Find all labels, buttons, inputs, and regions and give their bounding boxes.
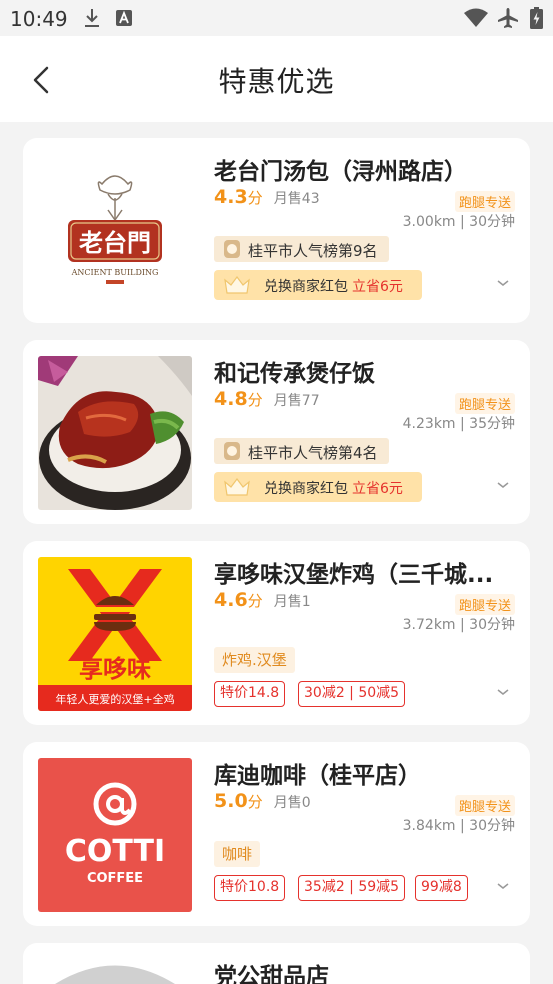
page-title: 特惠优选 xyxy=(218,65,335,98)
promo-tag: 30减2 | 50减5 xyxy=(298,681,406,707)
distance-time: 3.84km | 30分钟 xyxy=(402,818,515,834)
chevron-down-icon[interactable] xyxy=(496,687,510,697)
coupon-savings: 立省6元 xyxy=(352,481,403,497)
coupon-tag[interactable]: 兑换商家红包 立省6元 xyxy=(214,270,422,300)
rating-row: 4.3分 月售43 xyxy=(214,186,320,208)
monthly-sales: 月售1 xyxy=(273,594,311,610)
store-name: 和记传承煲仔饭 xyxy=(214,361,375,387)
distance-time: 3.00km | 30分钟 xyxy=(402,214,515,230)
monthly-sales: 月售0 xyxy=(273,795,311,811)
store-name: 库迪咖啡（桂平店） xyxy=(214,763,421,789)
promo-tag: 特价14.8 xyxy=(214,681,286,707)
chevron-down-icon[interactable] xyxy=(496,278,510,288)
coupon-savings: 立省6元 xyxy=(352,279,403,295)
rating-score: 4.8 xyxy=(214,388,248,410)
coupon-tag[interactable]: 兑换商家红包 立省6元 xyxy=(214,472,422,502)
store-name: 党公甜品店 xyxy=(214,964,329,984)
store-card[interactable]: COTTI COFFEE 库迪咖啡（桂平店） 5.0分 月售0 跑腿专送 3.8… xyxy=(23,742,530,926)
chevron-down-icon[interactable] xyxy=(496,480,510,490)
rating-score: 4.6 xyxy=(214,589,248,611)
logo-wordmark: COTTI xyxy=(65,834,165,869)
rating-unit: 分 xyxy=(247,592,263,610)
airplane-icon xyxy=(497,7,519,33)
rating-score: 4.3 xyxy=(214,186,248,208)
logo-slogan: 年轻人更爱的汉堡+全鸡 xyxy=(55,692,174,706)
store-card[interactable]: 和记传承煲仔饭 4.8分 月售77 跑腿专送 4.23km | 35分钟 桂平市… xyxy=(23,340,530,524)
delivery-badge: 跑腿专送 xyxy=(454,795,515,816)
ranking-tag: 桂平市人气榜第4名 xyxy=(214,438,389,464)
distance-time: 4.23km | 35分钟 xyxy=(402,416,515,432)
ranking-text: 桂平市人气榜第9名 xyxy=(248,242,378,260)
rating-score: 5.0 xyxy=(214,790,248,812)
store-logo-image xyxy=(38,959,192,984)
medal-icon xyxy=(222,441,242,465)
promo-tag: 99减8 xyxy=(415,875,468,901)
ranking-tag: 桂平市人气榜第9名 xyxy=(214,236,389,262)
crown-icon xyxy=(222,476,252,502)
store-name: 享哆味汉堡炸鸡（三千城... xyxy=(214,562,494,588)
store-card[interactable]: 党公甜品店 xyxy=(23,943,530,984)
rating-row: 4.8分 月售77 xyxy=(214,388,320,410)
rating-row: 5.0分 月售0 xyxy=(214,790,311,812)
logo-subtitle: COFFEE xyxy=(87,871,143,886)
logo-wordmark: 享哆味 xyxy=(79,655,151,683)
rating-row: 4.6分 月售1 xyxy=(214,589,311,611)
promo-tag: 特价10.8 xyxy=(214,875,286,901)
distance-time: 3.72km | 30分钟 xyxy=(402,617,515,633)
ranking-text: 桂平市人气榜第4名 xyxy=(248,444,378,462)
rating-unit: 分 xyxy=(247,391,263,409)
chevron-down-icon[interactable] xyxy=(496,881,510,891)
wifi-icon xyxy=(464,8,488,32)
category-tag: 炸鸡.汉堡 xyxy=(214,647,295,673)
status-bar: 10:49 xyxy=(0,0,553,36)
font-a-icon xyxy=(116,10,132,30)
status-time: 10:49 xyxy=(10,7,68,31)
rating-unit: 分 xyxy=(247,189,263,207)
monthly-sales: 月售43 xyxy=(273,191,320,207)
header-bar: 特惠优选 xyxy=(0,36,553,122)
battery-charging-icon xyxy=(530,7,543,33)
coupon-text: 兑换商家红包 xyxy=(264,279,348,295)
crown-icon xyxy=(222,274,252,300)
delivery-badge: 跑腿专送 xyxy=(454,594,515,615)
store-name: 老台门汤包（浔州路店） xyxy=(214,159,467,185)
store-logo-image: COTTI COFFEE xyxy=(38,758,192,912)
monthly-sales: 月售77 xyxy=(273,393,320,409)
store-logo-image: 老台門 ANCIENT BUILDING xyxy=(38,154,192,308)
store-food-image xyxy=(38,356,192,510)
medal-icon xyxy=(222,239,242,263)
store-card[interactable]: 老台門 ANCIENT BUILDING 老台门汤包（浔州路店） 4.3分 月售… xyxy=(23,138,530,323)
logo-subtitle: ANCIENT BUILDING xyxy=(71,268,159,277)
coupon-text: 兑换商家红包 xyxy=(264,481,348,497)
store-logo-image: 享哆味 年轻人更爱的汉堡+全鸡 xyxy=(38,557,192,711)
logo-wordmark: 老台門 xyxy=(79,228,151,257)
delivery-badge: 跑腿专送 xyxy=(454,191,515,212)
rating-unit: 分 xyxy=(247,793,263,811)
store-card[interactable]: 享哆味 年轻人更爱的汉堡+全鸡 享哆味汉堡炸鸡（三千城... 4.6分 月售1 … xyxy=(23,541,530,725)
category-tag: 咖啡 xyxy=(214,841,261,867)
delivery-badge: 跑腿专送 xyxy=(454,393,515,414)
promo-tag: 35减2 | 59减5 xyxy=(298,875,406,901)
download-icon xyxy=(84,8,100,32)
